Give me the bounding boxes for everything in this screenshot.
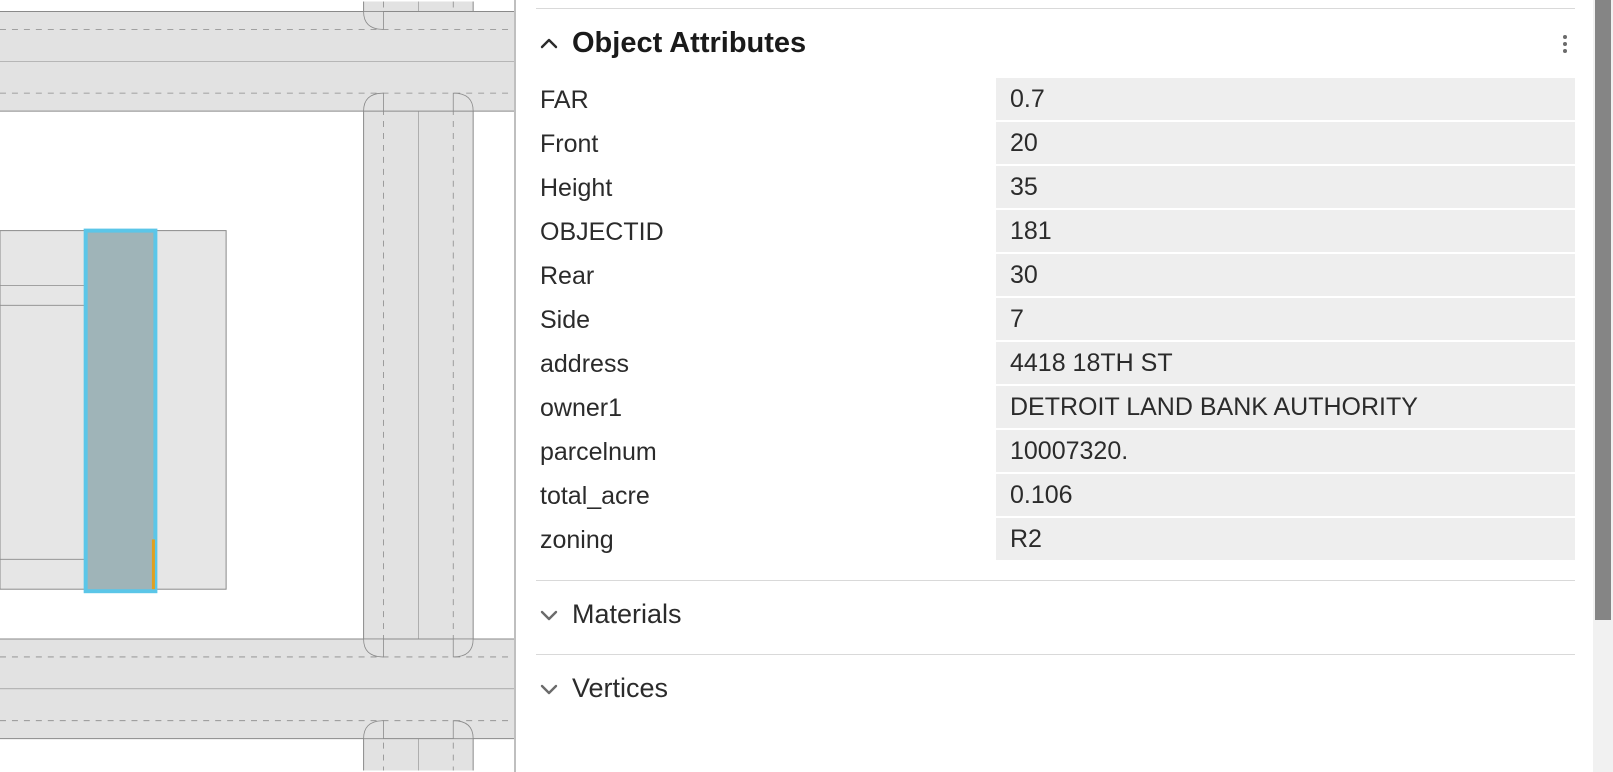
- attribute-value[interactable]: R2: [996, 518, 1575, 560]
- attribute-value[interactable]: DETROIT LAND BANK AUTHORITY: [996, 386, 1575, 428]
- attribute-label: Front: [536, 122, 996, 166]
- attribute-row: Height35: [536, 166, 1575, 210]
- section-title-object-attributes: Object Attributes: [572, 27, 806, 60]
- attribute-label: zoning: [536, 518, 996, 562]
- attribute-label: OBJECTID: [536, 210, 996, 254]
- chevron-down-icon: [536, 605, 562, 625]
- inspector-scroll[interactable]: Object Attributes FAR0.7Front20Height35O…: [516, 0, 1613, 772]
- attribute-value[interactable]: 4418 18TH ST: [996, 342, 1575, 384]
- attribute-label: owner1: [536, 386, 996, 430]
- selected-parcel[interactable]: [86, 231, 156, 592]
- section-header-object-attributes[interactable]: Object Attributes: [516, 9, 1595, 78]
- section-title-vertices: Vertices: [572, 673, 668, 704]
- section-header-materials[interactable]: Materials: [516, 581, 1595, 648]
- attribute-value[interactable]: 0.7: [996, 78, 1575, 120]
- scrollbar-track[interactable]: [1593, 0, 1613, 772]
- attribute-row: total_acre0.106: [536, 474, 1575, 518]
- attribute-value[interactable]: 20: [996, 122, 1575, 164]
- app-root: Object Attributes FAR0.7Front20Height35O…: [0, 0, 1613, 772]
- attribute-label: Height: [536, 166, 996, 210]
- attribute-value[interactable]: 35: [996, 166, 1575, 208]
- attribute-value[interactable]: 181: [996, 210, 1575, 252]
- attribute-label: parcelnum: [536, 430, 996, 474]
- inspector-panel: Object Attributes FAR0.7Front20Height35O…: [516, 0, 1613, 772]
- road-top: [0, 11, 514, 111]
- attribute-value[interactable]: 7: [996, 298, 1575, 340]
- chevron-up-icon: [536, 34, 562, 54]
- more-options-icon[interactable]: [1555, 30, 1575, 58]
- attribute-row: FAR0.7: [536, 78, 1575, 122]
- attribute-row: Side7: [536, 298, 1575, 342]
- attribute-row: Front20: [536, 122, 1575, 166]
- section-title-materials: Materials: [572, 599, 682, 630]
- attribute-label: Side: [536, 298, 996, 342]
- attribute-row: OBJECTID181: [536, 210, 1575, 254]
- attribute-value[interactable]: 0.106: [996, 474, 1575, 516]
- attribute-value[interactable]: 10007320.: [996, 430, 1575, 472]
- road-bottom: [0, 639, 514, 739]
- viewport-3d[interactable]: [0, 0, 516, 772]
- attribute-row: zoningR2: [536, 518, 1575, 562]
- object-attributes-list: FAR0.7Front20Height35OBJECTID181Rear30Si…: [516, 78, 1595, 574]
- attribute-label: Rear: [536, 254, 996, 298]
- attribute-value[interactable]: 30: [996, 254, 1575, 296]
- attribute-row: Rear30: [536, 254, 1575, 298]
- attribute-label: total_acre: [536, 474, 996, 518]
- attribute-row: address4418 18TH ST: [536, 342, 1575, 386]
- scrollbar-thumb[interactable]: [1595, 0, 1611, 620]
- attribute-label: FAR: [536, 78, 996, 122]
- chevron-down-icon: [536, 679, 562, 699]
- attribute-row: owner1DETROIT LAND BANK AUTHORITY: [536, 386, 1575, 430]
- viewport-canvas: [0, 0, 514, 772]
- attribute-row: parcelnum10007320.: [536, 430, 1575, 474]
- attribute-label: address: [536, 342, 996, 386]
- section-header-vertices[interactable]: Vertices: [516, 655, 1595, 722]
